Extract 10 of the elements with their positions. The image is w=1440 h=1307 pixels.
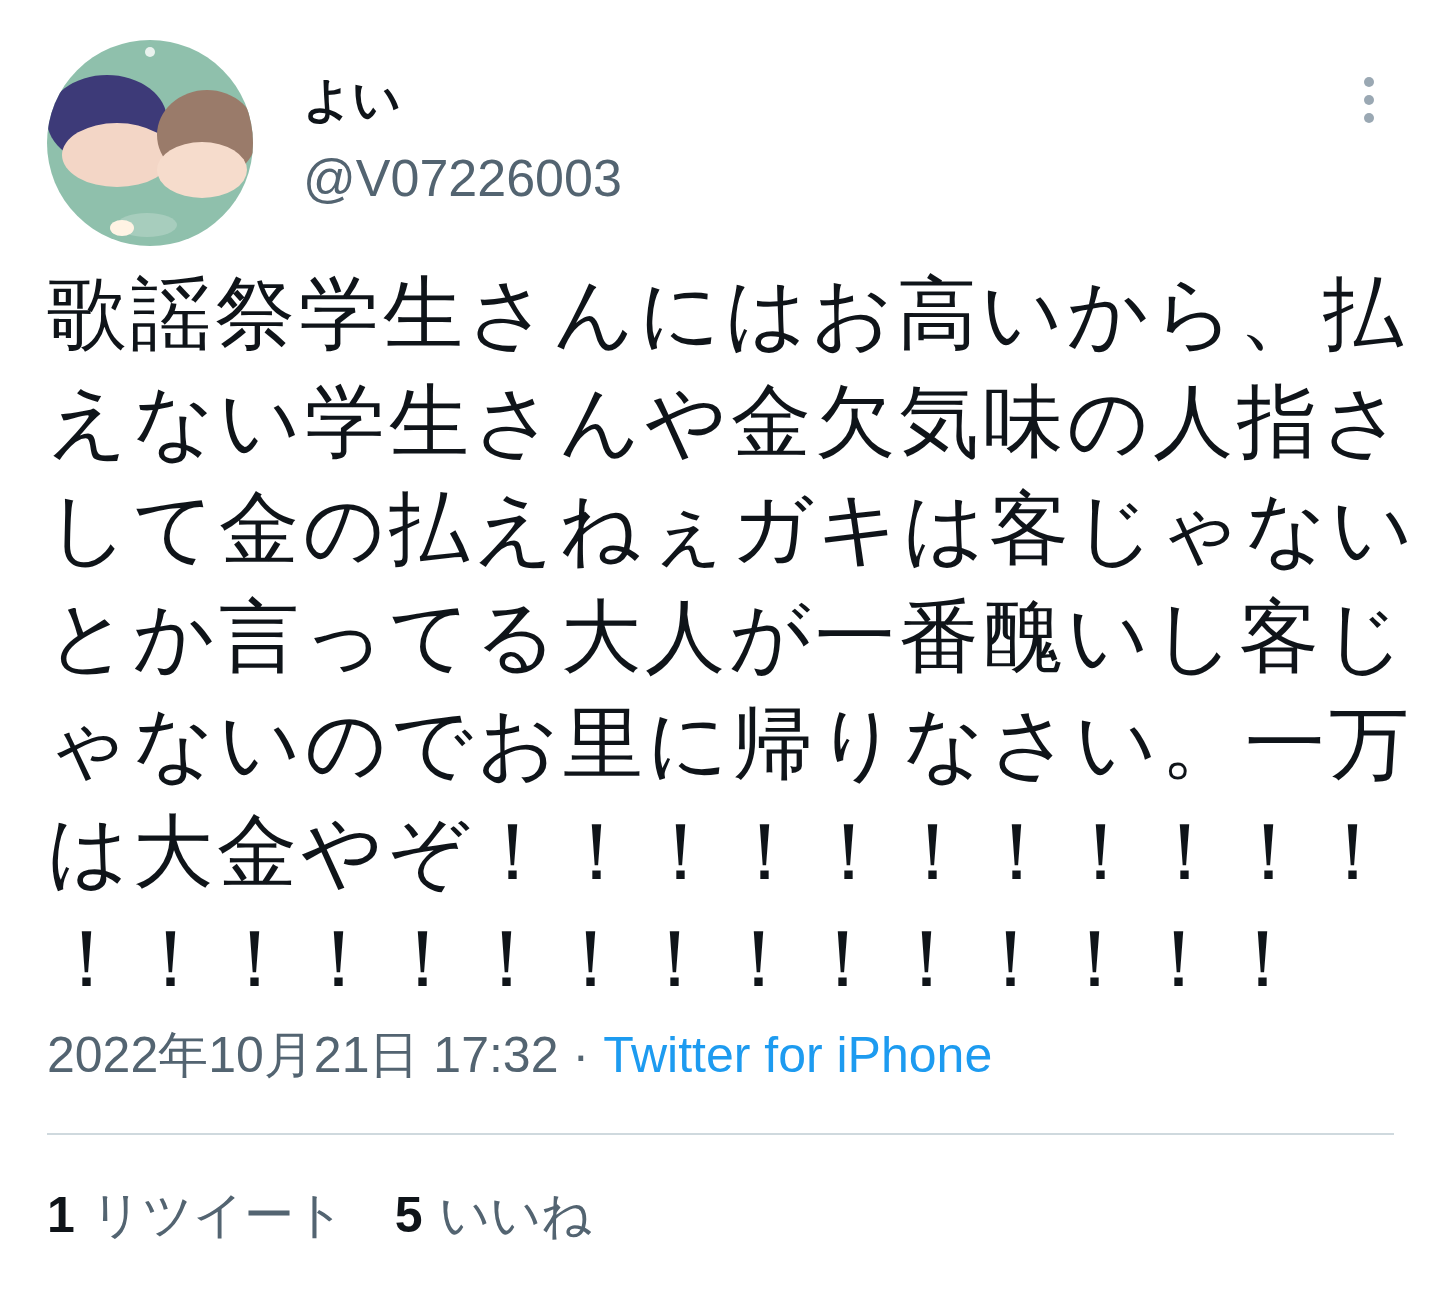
tweet-text: 歌謡祭学生さんにはお高いから、払えない学生さんや金欠気味の人指さして金の払えねぇガキは客じゃないとか言ってる大人が一番醜いし客じゃないのでお里に帰りなさい。一万は大金やぞ！！！！！！！！！！！！！！！！！！！！！！！！！！ xyxy=(47,268,1418,1005)
separator: · xyxy=(572,1025,590,1085)
timestamp[interactable]: 2022年10月21日 17:32 xyxy=(47,1024,559,1085)
stat-label: いいね xyxy=(438,1185,592,1245)
more-options-icon[interactable] xyxy=(1362,76,1376,124)
user-handle[interactable]: @V07226003 xyxy=(303,148,622,208)
stat-count: 1 xyxy=(47,1185,75,1245)
stat-label: リツイート xyxy=(90,1185,345,1245)
display-name[interactable]: よい xyxy=(303,72,622,128)
stat-count: 5 xyxy=(394,1185,423,1245)
